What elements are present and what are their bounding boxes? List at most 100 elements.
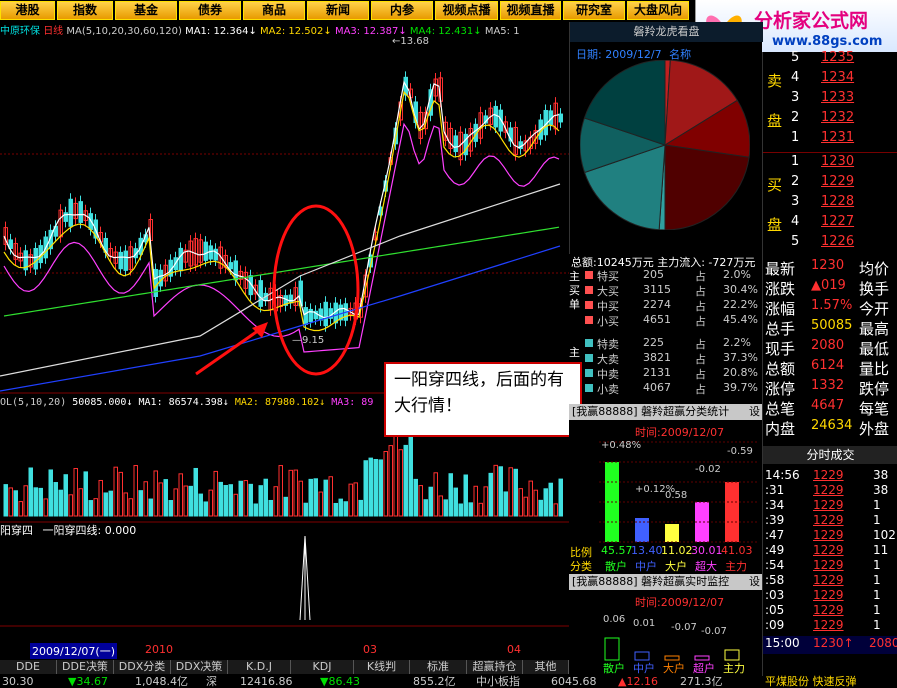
candle — [453, 135, 458, 153]
tick-cell: :58 — [765, 573, 785, 587]
candle — [118, 251, 123, 270]
nav-button-0[interactable]: 港股 — [0, 1, 55, 20]
indicator-tab-0[interactable]: DDE — [0, 660, 57, 674]
orderbook-row[interactable]: 5 1235 — [791, 50, 891, 68]
volume-bar — [513, 468, 518, 517]
indicator-tab-4[interactable]: K.D.J — [228, 660, 291, 674]
tick-cell: 1229 — [813, 588, 844, 602]
indicator-tab-6[interactable]: K线判 — [354, 660, 410, 674]
tick-cell: 102 — [873, 528, 896, 542]
sells-cell: 2131 — [643, 366, 671, 379]
tick-cell: 1229 — [813, 543, 844, 557]
buys-row: 小买 4651 占 45.4% — [583, 313, 761, 328]
nav-button-6[interactable]: 内参 — [371, 1, 433, 20]
nav-button-3[interactable]: 债券 — [179, 1, 241, 20]
sells-cell: 占 — [695, 368, 706, 381]
indicator-tab-3[interactable]: DDX决策 — [171, 660, 228, 674]
nav-button-8[interactable]: 视频直播 — [500, 1, 561, 20]
vol-def: OL(5,10,20) — [0, 397, 67, 408]
nav-button-9[interactable]: 研究室 — [563, 1, 625, 20]
class-label: 散户 — [605, 560, 627, 573]
nav-button-2[interactable]: 基金 — [115, 1, 177, 20]
candle — [323, 301, 328, 327]
orderbook-row[interactable]: 5 1226 — [791, 234, 891, 252]
volume-bar — [463, 474, 468, 517]
tick-cell: 14:56 — [765, 468, 800, 482]
status-news-ticker[interactable]: 平煤股份 快速反弹 — [765, 676, 857, 688]
volume-bar — [373, 458, 378, 517]
volume-bar — [343, 501, 348, 517]
volume-bar — [223, 484, 228, 517]
quote-cell: ▲019 — [811, 278, 846, 293]
sells-row: 特卖 225 占 2.2% — [583, 336, 761, 351]
sells-cell: 占 — [695, 353, 706, 366]
volume-bar — [38, 487, 43, 517]
monitor-label: 大户 — [663, 662, 685, 675]
tick-cell: :54 — [765, 558, 785, 572]
highlight-ellipse — [272, 204, 360, 376]
volume-bar — [183, 485, 188, 517]
buys-cell: 205 — [643, 268, 664, 281]
sells-cell: 占 — [695, 383, 706, 396]
volume-bar — [28, 467, 33, 517]
orderbook-row[interactable]: 1 1230 — [791, 154, 891, 172]
status-turnover: 1,048.4亿 — [135, 675, 188, 688]
arrow-line — [195, 326, 263, 376]
order-book: 卖 盘 买 盘 5 1235 4 1234 3 1233 2 1232 1 1231 1 1230 2… — [762, 50, 897, 260]
nav-button-5[interactable]: 新闻 — [307, 1, 369, 20]
indicator-tab-9[interactable]: 其他 — [523, 660, 569, 674]
realtime-settings-button[interactable]: 设 — [749, 574, 760, 590]
buy-side-label: 买 — [767, 176, 783, 194]
indicator-tab-1[interactable]: DDE决策 — [57, 660, 114, 674]
indicator-name[interactable]: 阳穿四 — [0, 524, 33, 537]
nav-button-10[interactable]: 大盘风向 — [627, 1, 689, 20]
class-stats-settings-button[interactable]: 设 — [749, 404, 760, 420]
orderbook-row[interactable]: 1 1231 — [791, 130, 891, 148]
volume-bar — [523, 496, 528, 517]
volume-bar — [478, 502, 483, 517]
nav-button-7[interactable]: 视频点播 — [435, 1, 498, 20]
volume-bar — [493, 464, 498, 517]
indicator-tab-8[interactable]: 超赢持仓 — [467, 660, 523, 674]
sells-cell: 225 — [643, 336, 664, 349]
orderbook-row[interactable]: 2 1229 — [791, 174, 891, 192]
volume-bar — [153, 470, 158, 517]
buys-cell: 3115 — [643, 283, 671, 296]
volume-bar — [138, 490, 143, 517]
volume-bar — [338, 498, 343, 517]
volume-bar — [403, 444, 408, 517]
volume-bar — [293, 469, 298, 517]
nav-button-4[interactable]: 商品 — [243, 1, 305, 20]
tick-row: :47 1229 102 — [763, 528, 897, 543]
indicator-tab-5[interactable]: KDJ — [291, 660, 354, 674]
pie-title: 磐羚龙虎看盘 — [570, 22, 763, 42]
quote-cell: 外盘 — [859, 420, 890, 438]
vol-ma2: MA2: 87980.102↓ — [234, 397, 326, 408]
orderbook-level: 2 — [791, 110, 800, 125]
candle — [558, 113, 563, 123]
orderbook-row[interactable]: 3 1228 — [791, 194, 891, 212]
indicator-tab-2[interactable]: DDX分类 — [114, 660, 171, 674]
orderbook-price: 1235 — [821, 50, 855, 65]
orderbook-row[interactable]: 4 1227 — [791, 214, 891, 232]
volume-bar — [178, 473, 183, 517]
ma-header: 中原环保 日线 MA(5,10,20,30,60,120) MA1: 12.36… — [0, 22, 520, 37]
orderbook-price: 1227 — [821, 214, 855, 229]
tick-cell: :09 — [765, 618, 785, 632]
date-month-03: 03 — [363, 643, 377, 656]
volume-bar — [238, 480, 243, 517]
status-sz-turnover: 855.2亿 — [413, 675, 456, 688]
orderbook-row[interactable]: 3 1233 — [791, 90, 891, 108]
volume-bar — [348, 483, 353, 517]
nav-button-1[interactable]: 指数 — [57, 1, 113, 20]
monitor-bar — [604, 637, 620, 661]
kline-chart[interactable]: ←13.68 —9.15 — [0, 36, 569, 660]
class-label: 超大 — [695, 560, 717, 573]
last-tick-cell: 15:00 — [765, 636, 800, 650]
buys-cell: 特买 — [597, 270, 619, 283]
orderbook-row[interactable]: 2 1232 — [791, 110, 891, 128]
volume-bar — [103, 492, 108, 517]
orderbook-row[interactable]: 4 1234 — [791, 70, 891, 88]
indicator-tab-7[interactable]: 标准 — [410, 660, 467, 674]
volume-bar — [8, 487, 13, 517]
